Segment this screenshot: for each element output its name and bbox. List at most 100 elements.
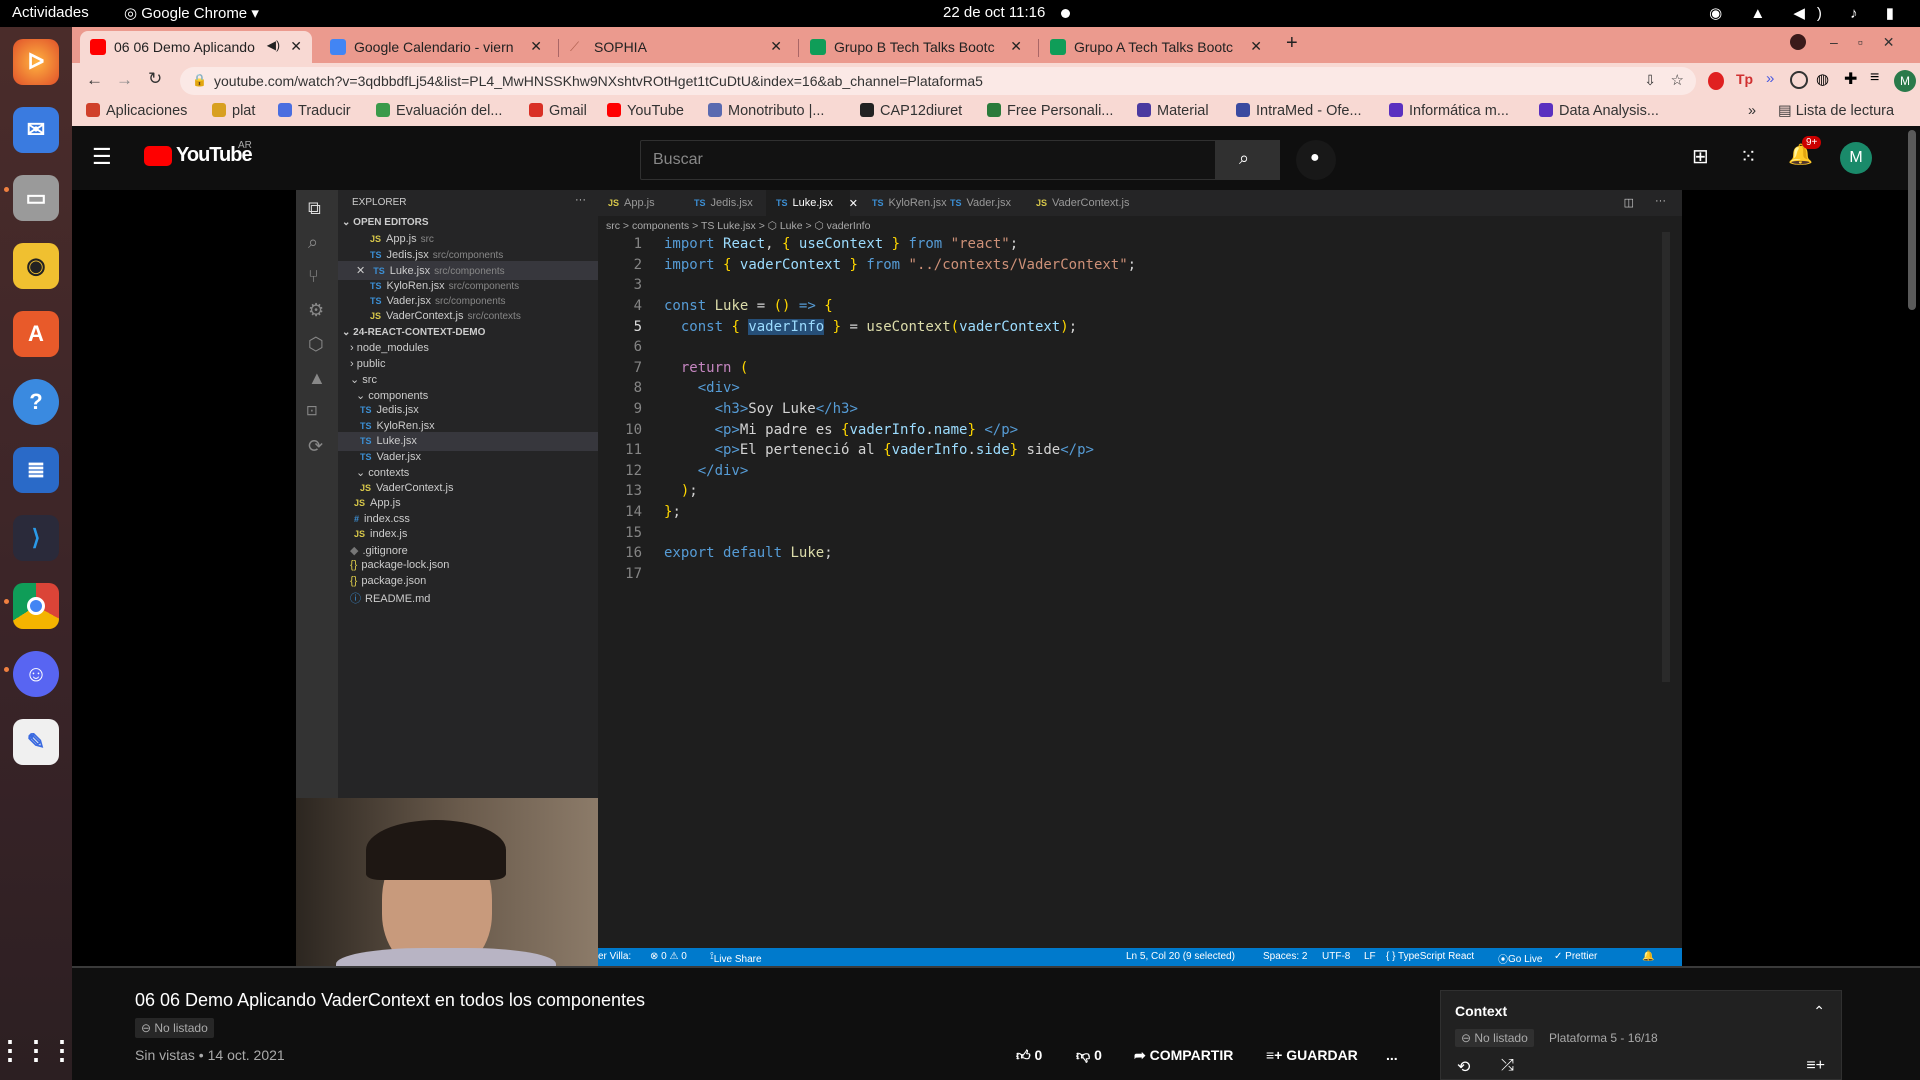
bookmark-item[interactable]: Data Analysis...: [1539, 103, 1659, 119]
media-icon[interactable]: ≡: [1870, 69, 1879, 87]
search-button[interactable]: ⌕: [1216, 140, 1280, 180]
line-number: 15: [625, 525, 642, 541]
profile-avatar[interactable]: M: [1894, 70, 1916, 92]
bookmark-item[interactable]: Monotributo |...: [708, 103, 824, 119]
reload-icon[interactable]: ↻: [148, 69, 162, 89]
save-button[interactable]: ≡+ GUARDAR: [1266, 1047, 1358, 1063]
line-number: 17: [625, 566, 642, 582]
new-tab-button[interactable]: +: [1286, 32, 1298, 55]
bookmark-item[interactable]: plat: [212, 103, 255, 119]
files-icon[interactable]: ▭: [13, 175, 59, 221]
tab-sophia[interactable]: ⟋ SOPHIA ✕: [560, 31, 792, 63]
live-share-icon: ⟳: [308, 436, 324, 456]
bookmark-item[interactable]: Gmail: [529, 103, 587, 119]
forward-icon[interactable]: →: [116, 70, 133, 90]
like-button[interactable]: 👍︎ 0: [1016, 1047, 1042, 1064]
activities-button[interactable]: Actividades: [12, 4, 89, 21]
gmail-icon: [529, 103, 543, 117]
shuffle-icon[interactable]: ⤮: [1501, 1057, 1514, 1075]
tab-youtube[interactable]: 06 06 Demo Aplicando ◀) ✕: [80, 31, 312, 63]
running-indicator: [4, 667, 9, 672]
apps-icon[interactable]: ⁙: [1740, 144, 1757, 169]
js-file-icon: JS: [370, 311, 382, 321]
app-menu[interactable]: ◎ Google Chrome ▾: [124, 4, 259, 22]
bookmark-item[interactable]: CAP12diuret: [860, 103, 962, 119]
discord-icon[interactable]: ☺: [13, 651, 59, 697]
bookmark-item[interactable]: IntraMed - Ofe...: [1236, 103, 1362, 119]
tab-search-icon[interactable]: [1790, 34, 1806, 50]
tab-grupo-b[interactable]: Grupo B Tech Talks Bootc ✕: [800, 31, 1032, 63]
youtube-header: ☰ YouTube AR Buscar ⌕ ● ⊞ ⁙ 🔔 9+ M: [72, 126, 1920, 190]
chrome-icon[interactable]: [13, 583, 59, 629]
speaker-icon[interactable]: ◀): [267, 38, 280, 52]
add-to-playlist-icon: ≡+: [1266, 1047, 1287, 1063]
bookmark-item[interactable]: Informática m...: [1389, 103, 1509, 119]
bookmark-item[interactable]: Aplicaciones: [86, 103, 187, 119]
software-icon[interactable]: A: [13, 311, 59, 357]
video-player[interactable]: ⧉ ⌕ ⑂ ⚙ ⬡ ▲ ⊡ ⟳ EXPLORER ··· ⌄ OPEN EDIT…: [72, 190, 1920, 966]
ext-globe-icon[interactable]: ◍: [1816, 70, 1829, 88]
line-number: 13: [625, 483, 642, 499]
explorer-title: EXPLORER: [352, 197, 407, 208]
close-tab-icon[interactable]: ✕: [1010, 38, 1022, 55]
account-avatar[interactable]: M: [1840, 142, 1872, 174]
visibility-badge: ⊖ No listado: [135, 1018, 214, 1038]
extensions-icon[interactable]: ✚: [1844, 69, 1857, 89]
ext-wave-icon[interactable]: »: [1766, 70, 1774, 87]
bookmark-item[interactable]: Material: [1137, 103, 1209, 119]
video-progress-bar[interactable]: [72, 966, 1920, 968]
close-tab-icon[interactable]: ✕: [770, 38, 782, 55]
page-scrollbar[interactable]: [1908, 130, 1916, 310]
close-tab-icon[interactable]: ✕: [1250, 38, 1262, 55]
install-icon[interactable]: ⇩: [1644, 72, 1656, 89]
split-editor-icon: ◫: [1623, 197, 1634, 209]
collapse-chevron-icon[interactable]: ⌃: [1813, 1003, 1825, 1020]
search-input[interactable]: Buscar: [640, 140, 1216, 180]
text-editor-icon[interactable]: ✎: [13, 719, 59, 765]
video-title: 06 06 Demo Aplicando VaderContext en tod…: [135, 990, 645, 1010]
more-bookmarks-icon[interactable]: »: [1748, 103, 1756, 119]
link-icon: ⊖: [1461, 1031, 1475, 1045]
close-tab-icon[interactable]: ✕: [530, 38, 542, 55]
window-controls[interactable]: –▫✕: [1830, 34, 1914, 51]
bookmark-star-icon[interactable]: ☆: [1671, 71, 1684, 89]
thunderbird-icon[interactable]: ✉: [13, 107, 59, 153]
bookmark-item[interactable]: Evaluación del...: [376, 103, 502, 119]
microphone-icon: ●: [1310, 149, 1320, 166]
dislike-button[interactable]: 👎︎ 0: [1076, 1047, 1102, 1064]
bookmark-item[interactable]: YouTube: [607, 103, 684, 119]
clock[interactable]: 22 de oct 11:16: [943, 4, 1045, 21]
breadcrumb: src > components > TS Luke.jsx > ⬡ Luke …: [606, 220, 871, 232]
translate-icon: [278, 103, 292, 117]
bookmark-item[interactable]: Free Personali...: [987, 103, 1113, 119]
opera-ext-icon[interactable]: [1708, 72, 1724, 90]
voice-search-button[interactable]: ●: [1296, 140, 1336, 180]
rhythmbox-icon[interactable]: ◉: [13, 243, 59, 289]
loop-icon[interactable]: ⟲: [1457, 1057, 1470, 1077]
tab-grupo-a[interactable]: Grupo A Tech Talks Bootc ✕: [1040, 31, 1272, 63]
ext-tp-icon[interactable]: Tp: [1736, 71, 1753, 87]
ext-circle-icon[interactable]: [1790, 71, 1808, 89]
hamburger-menu-icon[interactable]: ☰: [92, 144, 112, 170]
reading-list[interactable]: ▤ Lista de lectura: [1778, 103, 1894, 119]
writer-icon[interactable]: ≣: [13, 447, 59, 493]
vscode-icon[interactable]: ⟩: [13, 515, 59, 561]
back-icon[interactable]: ←: [86, 70, 103, 90]
bookmark-item[interactable]: Traducir: [278, 103, 351, 119]
help-icon[interactable]: ?: [13, 379, 59, 425]
firefox-icon[interactable]: ᐅ: [13, 39, 59, 85]
youtube-logo-icon[interactable]: [144, 146, 172, 166]
playlist-title[interactable]: Context: [1455, 1003, 1507, 1019]
more-actions-button[interactable]: ...: [1386, 1047, 1398, 1063]
line-number: 10: [625, 422, 642, 438]
tab-calendar[interactable]: Google Calendario - viern ✕: [320, 31, 552, 63]
code-line: return (: [680, 360, 749, 376]
address-bar[interactable]: 🔒 youtube.com/watch?v=3qdbbdfLj54&list=P…: [180, 67, 1696, 95]
app-grid-icon[interactable]: ⋮⋮⋮: [0, 1027, 75, 1073]
coursera-icon: [1539, 103, 1553, 117]
playlist-menu-icon[interactable]: ≡+: [1806, 1057, 1825, 1075]
create-video-icon[interactable]: ⊞: [1692, 144, 1709, 169]
system-tray[interactable]: ◉ ▲ ◀) ♪ ▮: [1709, 4, 1906, 22]
close-tab-icon[interactable]: ✕: [290, 38, 302, 55]
share-button[interactable]: ➦ COMPARTIR: [1134, 1047, 1233, 1064]
